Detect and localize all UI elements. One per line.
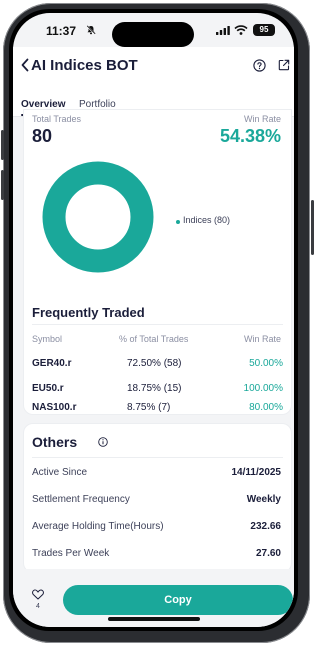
frequently-traded-title: Frequently Traded — [32, 305, 145, 320]
home-indicator — [108, 617, 200, 621]
settlement-frequency-label: Settlement Frequency — [32, 494, 130, 505]
trades-per-week-value: 27.60 — [255, 548, 281, 559]
row-symbol: EU50.r — [32, 383, 64, 394]
stats-card: Total Trades 80 Win Rate 54.38% Indices … — [23, 109, 292, 415]
section-divider — [32, 324, 283, 325]
donut-segment-indices — [42, 161, 154, 273]
others-card: Others Active Since 14/11/2025 Settlemen… — [23, 423, 292, 573]
trades-per-week-label: Trades Per Week — [32, 548, 110, 559]
info-icon[interactable] — [98, 437, 108, 447]
page-title: AI Indices BOT — [31, 57, 138, 74]
trades-donut-chart — [42, 161, 154, 273]
section-divider — [32, 457, 283, 458]
row-win-rate: 100.00% — [243, 383, 283, 394]
dynamic-island — [112, 22, 194, 47]
column-header-symbol: Symbol — [32, 334, 63, 344]
row-win-rate: 50.00% — [249, 358, 283, 369]
bell-slash-icon — [86, 25, 96, 35]
heart-icon[interactable] — [32, 589, 44, 600]
column-header-pct: % of Total Trades — [119, 334, 189, 344]
share-icon[interactable] — [278, 59, 290, 71]
screen: 11:37 95 AI Indices BOT Overview Portfol… — [13, 13, 294, 627]
row-symbol: GER40.r — [32, 358, 72, 369]
wifi-icon — [234, 25, 248, 35]
row-pct: 18.75% (15) — [127, 383, 182, 394]
header: AI Indices BOT Overview Portfolio — [13, 47, 294, 117]
table-row[interactable]: EU50.r 18.75% (15) 100.00% — [24, 383, 293, 403]
settlement-frequency-value: Weekly — [246, 494, 281, 505]
phone-side-button — [311, 200, 314, 255]
chevron-left-icon[interactable] — [20, 58, 30, 72]
like-count: 4 — [36, 603, 40, 610]
phone-side-button — [1, 170, 4, 200]
total-trades-value: 80 — [32, 126, 53, 146]
row-pct: 72.50% (58) — [127, 358, 182, 369]
legend-label-indices: Indices (80) — [183, 215, 231, 225]
phone-side-button — [1, 130, 4, 160]
table-row[interactable]: NAS100.r 8.75% (7) 80.00% — [24, 402, 293, 416]
active-since-label: Active Since — [32, 467, 88, 478]
row-symbol: NAS100.r — [32, 402, 77, 413]
signal-icon — [216, 26, 230, 35]
others-title: Others — [32, 434, 78, 450]
status-time: 11:37 — [46, 24, 77, 38]
battery-icon: 95 — [253, 24, 275, 36]
row-pct: 8.75% (7) — [127, 402, 171, 413]
active-since-value: 14/11/2025 — [231, 467, 282, 478]
help-icon[interactable] — [253, 59, 266, 72]
legend-dot-indices — [176, 220, 180, 224]
win-rate-label: Win Rate — [243, 114, 281, 124]
average-holding-time-value: 232.66 — [250, 521, 281, 532]
total-trades-label: Total Trades — [32, 114, 82, 124]
column-header-win-rate: Win Rate — [243, 334, 281, 344]
average-holding-time-label: Average Holding Time(Hours) — [32, 521, 164, 532]
copy-button[interactable]: Copy — [63, 585, 293, 615]
row-win-rate: 80.00% — [249, 402, 283, 413]
win-rate-value: 54.38% — [219, 126, 281, 146]
status-bar: 11:37 95 — [13, 13, 294, 47]
table-row[interactable]: GER40.r 72.50% (58) 50.00% — [24, 358, 293, 378]
